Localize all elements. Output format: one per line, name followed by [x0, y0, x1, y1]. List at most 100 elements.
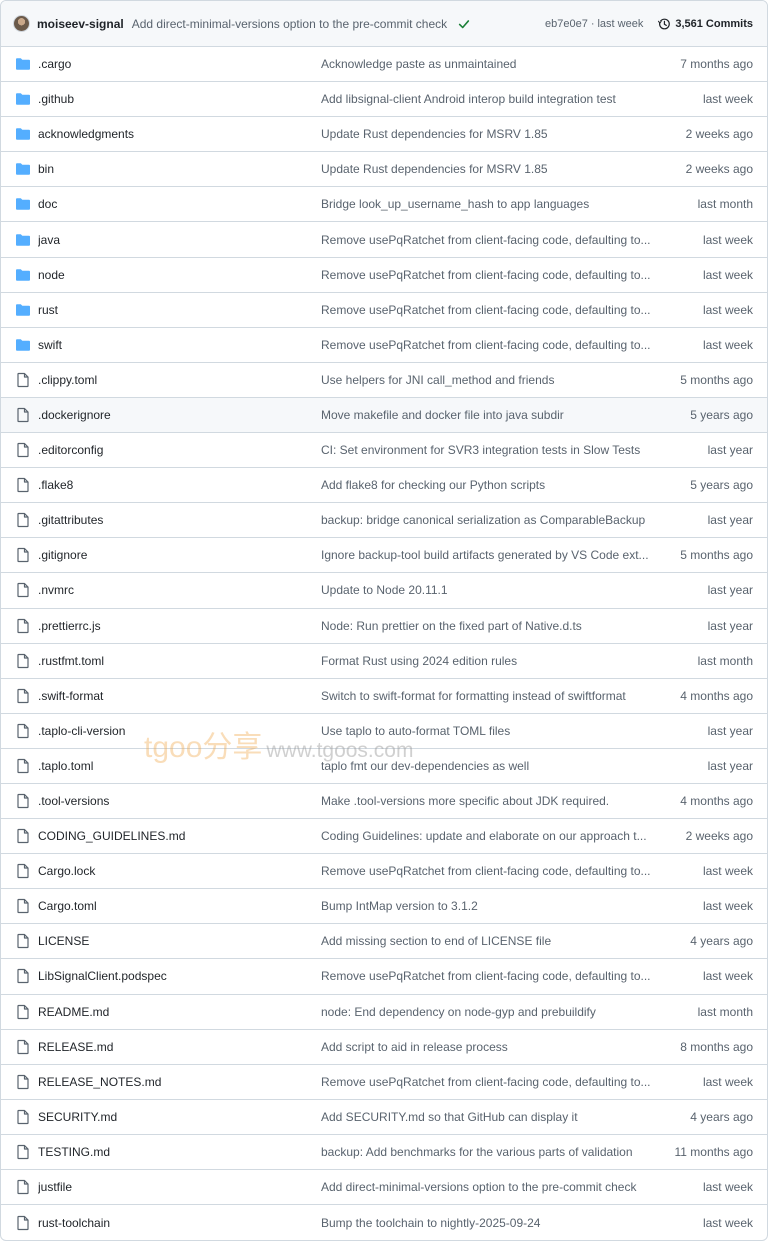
commit-message-link[interactable]: Remove usePqRatchet from client-facing c… [321, 338, 651, 352]
commit-message-link[interactable]: Use helpers for JNI call_method and frie… [321, 373, 651, 387]
file-row[interactable]: java Remove usePqRatchet from client-faci… [1, 222, 767, 258]
file-row[interactable]: .tool-versions Make .tool-versions more s… [1, 784, 767, 820]
file-row[interactable]: swift Remove usePqRatchet from client-fac… [1, 328, 767, 363]
commit-message-link[interactable]: Remove usePqRatchet from client-facing c… [321, 268, 651, 282]
file-name-link[interactable]: .cargo [38, 57, 321, 71]
commit-message-link[interactable]: Acknowledge paste as unmaintained [321, 57, 651, 71]
file-row[interactable]: rust-toolchain Bump the toolchain to nigh… [1, 1205, 767, 1240]
file-row[interactable]: .dockerignore Move makefile and docker fi… [1, 397, 767, 434]
commit-message-link[interactable]: Add script to aid in release process [321, 1040, 651, 1054]
commit-message-link[interactable]: Ignore backup-tool build artifacts gener… [321, 548, 651, 562]
file-name-link[interactable]: doc [38, 197, 321, 211]
file-name-link[interactable]: .flake8 [38, 478, 321, 492]
file-name-link[interactable]: .clippy.toml [38, 373, 321, 387]
file-row[interactable]: .gitattributes backup: bridge canonical s… [1, 503, 767, 539]
file-row[interactable]: .taplo-cli-version Use taplo to auto-form… [1, 714, 767, 749]
file-row[interactable]: .rustfmt.toml Format Rust using 2024 edit… [1, 644, 767, 679]
file-name-link[interactable]: LICENSE [38, 934, 321, 948]
file-row[interactable]: acknowledgments Update Rust dependencies … [1, 117, 767, 153]
file-name-link[interactable]: acknowledgments [38, 127, 321, 141]
file-row[interactable]: CODING_GUIDELINES.md Coding Guidelines: u… [1, 819, 767, 855]
commit-message-link[interactable]: Add SECURITY.md so that GitHub can displ… [321, 1110, 651, 1124]
commit-message-link[interactable]: Add direct-minimal-versions option to th… [321, 1180, 651, 1194]
file-row[interactable]: SECURITY.md Add SECURITY.md so that GitHu… [1, 1100, 767, 1135]
commits-link[interactable]: 3,561 Commits [657, 17, 753, 31]
file-name-link[interactable]: .taplo-cli-version [38, 724, 321, 738]
file-row[interactable]: node Remove usePqRatchet from client-faci… [1, 258, 767, 293]
file-row[interactable]: .cargo Acknowledge paste as unmaintained 7… [1, 47, 767, 83]
file-row[interactable]: .gitignore Ignore backup-tool build artif… [1, 538, 767, 574]
commit-hash[interactable]: eb7e0e7 [545, 18, 588, 30]
commit-message-link[interactable]: Format Rust using 2024 edition rules [321, 654, 651, 668]
commit-message-link[interactable]: Remove usePqRatchet from client-facing c… [321, 864, 651, 878]
file-row[interactable]: doc Bridge look_up_username_hash to app l… [1, 187, 767, 223]
file-name-link[interactable]: .swift-format [38, 689, 321, 703]
commit-message-link[interactable]: Bump the toolchain to nightly-2025-09-24 [321, 1216, 651, 1230]
file-row[interactable]: Cargo.toml Bump IntMap version to 3.1.2 la… [1, 889, 767, 925]
file-row[interactable]: RELEASE_NOTES.md Remove usePqRatchet from… [1, 1065, 767, 1100]
file-name-link[interactable]: Cargo.lock [38, 864, 321, 878]
file-name-link[interactable]: RELEASE.md [38, 1040, 321, 1054]
file-row[interactable]: Cargo.lock Remove usePqRatchet from clien… [1, 854, 767, 890]
file-row[interactable]: LibSignalClient.podspec Remove usePqRatch… [1, 959, 767, 995]
file-name-link[interactable]: TESTING.md [38, 1145, 321, 1159]
file-name-link[interactable]: SECURITY.md [38, 1110, 321, 1124]
commit-author[interactable]: moiseev-signal [37, 17, 124, 31]
file-name-link[interactable]: .gitignore [38, 548, 321, 562]
file-name-link[interactable]: bin [38, 162, 321, 176]
commit-message-link[interactable]: Remove usePqRatchet from client-facing c… [321, 233, 651, 247]
file-row[interactable]: rust Remove usePqRatchet from client-faci… [1, 293, 767, 328]
commit-message-link[interactable]: Remove usePqRatchet from client-facing c… [321, 303, 651, 317]
file-name-link[interactable]: CODING_GUIDELINES.md [38, 829, 321, 843]
file-name-link[interactable]: .dockerignore [38, 408, 321, 422]
file-row[interactable]: TESTING.md backup: Add benchmarks for the… [1, 1135, 767, 1170]
file-name-link[interactable]: .prettierrc.js [38, 619, 321, 633]
file-row[interactable]: bin Update Rust dependencies for MSRV 1.8… [1, 152, 767, 188]
commit-message-link[interactable]: Remove usePqRatchet from client-facing c… [321, 1075, 651, 1089]
commit-message-link[interactable]: Update Rust dependencies for MSRV 1.85 [321, 162, 651, 176]
file-name-link[interactable]: rust [38, 303, 321, 317]
file-name-link[interactable]: .github [38, 92, 321, 106]
commit-message-link[interactable]: Bridge look_up_username_hash to app lang… [321, 197, 651, 211]
commit-message-link[interactable]: Move makefile and docker file into java … [321, 408, 651, 422]
file-name-link[interactable]: rust-toolchain [38, 1216, 321, 1230]
file-row[interactable]: README.md node: End dependency on node-gy… [1, 995, 767, 1030]
file-name-link[interactable]: LibSignalClient.podspec [38, 969, 321, 983]
file-name-link[interactable]: .rustfmt.toml [38, 654, 321, 668]
file-name-link[interactable]: .tool-versions [38, 794, 321, 808]
commit-message-link[interactable]: taplo fmt our dev-dependencies as well [321, 759, 651, 773]
file-row[interactable]: .clippy.toml Use helpers for JNI call_met… [1, 363, 767, 398]
file-row[interactable]: justfile Add direct-minimal-versions opti… [1, 1170, 767, 1206]
file-name-link[interactable]: justfile [38, 1180, 321, 1194]
file-name-link[interactable]: README.md [38, 1005, 321, 1019]
file-name-link[interactable]: .nvmrc [38, 583, 321, 597]
commit-message-link[interactable]: Add flake8 for checking our Python scrip… [321, 478, 651, 492]
commit-message-link[interactable]: Make .tool-versions more specific about … [321, 794, 651, 808]
commit-message-link[interactable]: CI: Set environment for SVR3 integration… [321, 443, 651, 457]
file-name-link[interactable]: .gitattributes [38, 513, 321, 527]
file-name-link[interactable]: Cargo.toml [38, 899, 321, 913]
file-row[interactable]: .editorconfig CI: Set environment for SVR… [1, 433, 767, 469]
commit-message-link[interactable]: Use taplo to auto-format TOML files [321, 724, 651, 738]
commit-message-link[interactable]: Coding Guidelines: update and elaborate … [321, 829, 651, 843]
commit-message-link[interactable]: backup: Add benchmarks for the various p… [321, 1145, 651, 1159]
file-name-link[interactable]: node [38, 268, 321, 282]
file-row[interactable]: .flake8 Add flake8 for checking our Pytho… [1, 468, 767, 504]
file-row[interactable]: .prettierrc.js Node: Run prettier on the … [1, 609, 767, 644]
commit-message[interactable]: Add direct-minimal-versions option to th… [132, 17, 447, 31]
commit-message-link[interactable]: Update Rust dependencies for MSRV 1.85 [321, 127, 651, 141]
file-row[interactable]: RELEASE.md Add script to aid in release p… [1, 1030, 767, 1065]
file-row[interactable]: .taplo.toml taplo fmt our dev-dependencie… [1, 749, 767, 784]
commit-message-link[interactable]: Remove usePqRatchet from client-facing c… [321, 969, 651, 983]
commit-message-link[interactable]: Add libsignal-client Android interop bui… [321, 92, 651, 106]
file-name-link[interactable]: swift [38, 338, 321, 352]
file-name-link[interactable]: java [38, 233, 321, 247]
author-avatar[interactable] [13, 15, 30, 32]
commit-message-link[interactable]: Update to Node 20.11.1 [321, 583, 651, 597]
file-row[interactable]: .github Add libsignal-client Android inte… [1, 82, 767, 118]
commit-message-link[interactable]: node: End dependency on node-gyp and pre… [321, 1005, 651, 1019]
commit-message-link[interactable]: Node: Run prettier on the fixed part of … [321, 619, 651, 633]
commit-message-link[interactable]: Switch to swift-format for formatting in… [321, 689, 651, 703]
file-name-link[interactable]: .editorconfig [38, 443, 321, 457]
file-name-link[interactable]: RELEASE_NOTES.md [38, 1075, 321, 1089]
